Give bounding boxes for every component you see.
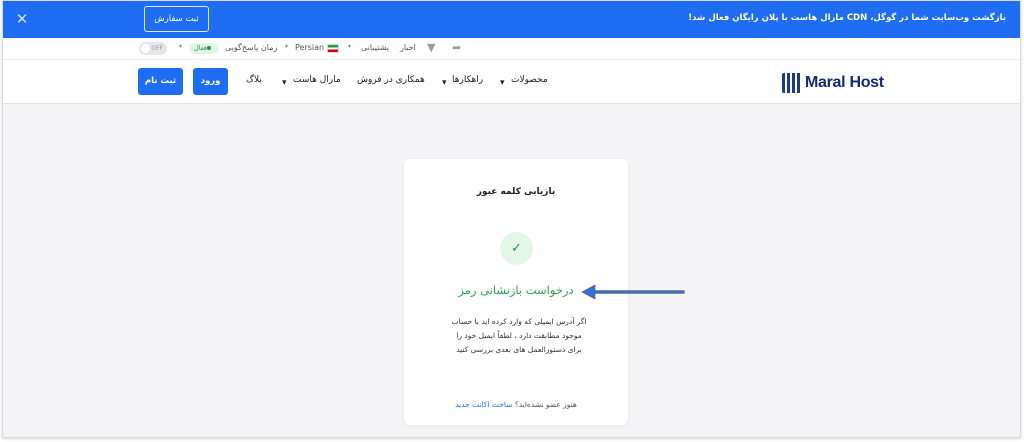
- chevron-down-icon: ▾: [179, 43, 183, 50]
- language-selector[interactable]: Persian: [295, 43, 324, 52]
- share-icon[interactable]: ➦: [452, 42, 464, 54]
- annotation-arrow-icon: [581, 284, 685, 300]
- iran-flag-icon: [327, 44, 339, 53]
- nav-item-maral-host[interactable]: مارال هاست: [293, 75, 341, 85]
- nav-item-blog[interactable]: بلاگ: [246, 75, 262, 85]
- nav-item-products[interactable]: محصولات: [511, 75, 548, 85]
- status-dot-icon: [206, 46, 211, 50]
- reset-message-line: اگر آدرس ایمیلی که وارد کرده اید با حساب: [451, 317, 587, 326]
- logo-text: Maral Host: [805, 74, 884, 91]
- login-button[interactable]: ورود: [193, 68, 228, 95]
- status-badge: فعال: [189, 43, 219, 54]
- signup-prompt-text: هنوز عضو نشده‌اید؟: [514, 400, 577, 409]
- status-badge-label: فعال: [194, 44, 207, 52]
- reset-message-line: موجود مطابقت دارد ، لطفاً ایمیل خود را: [456, 331, 582, 340]
- reset-message: اگر آدرس ایمیلی که وارد کرده اید با حساب…: [434, 315, 604, 357]
- chevron-down-icon: ▾: [282, 78, 287, 88]
- order-button[interactable]: ثبت سفارش: [144, 6, 209, 32]
- basket-icon[interactable]: ▼: [427, 42, 439, 54]
- support-link[interactable]: پشتیبانی: [361, 43, 389, 52]
- logo-mark-icon: [782, 73, 802, 93]
- utility-bar: OFF ▾ فعال زمان پاسخ‌گویی ▾ Persian ▾ پش…: [3, 38, 1020, 60]
- chevron-down-icon: ▾: [285, 43, 289, 50]
- main-nav: ثبت نام ورود بلاگ ▾ مارال هاست همکاری در…: [3, 60, 1020, 104]
- response-time-link[interactable]: زمان پاسخ‌گویی: [225, 43, 277, 52]
- browser-viewport: ✕ ثبت سفارش بازگشت وب‌سایت شما در گوگل، …: [2, 0, 1021, 438]
- chevron-down-icon: ▾: [500, 78, 505, 88]
- dark-mode-toggle[interactable]: OFF: [139, 42, 167, 55]
- chevron-down-icon: ▾: [442, 78, 447, 88]
- nav-item-sales-partnership[interactable]: همکاری در فروش: [357, 75, 425, 85]
- register-button[interactable]: ثبت نام: [138, 68, 183, 95]
- close-icon[interactable]: ✕: [13, 10, 31, 28]
- news-link[interactable]: اخبار: [400, 43, 416, 52]
- checkmark-icon: ✓: [500, 232, 533, 265]
- promo-bar: ✕ ثبت سفارش بازگشت وب‌سایت شما در گوگل، …: [3, 1, 1020, 38]
- signup-prompt: هنوز عضو نشده‌اید؟ ساخت اکانت جدید: [404, 400, 628, 409]
- nav-item-solutions[interactable]: راهکارها: [452, 75, 483, 85]
- create-account-link[interactable]: ساخت اکانت جدید: [455, 400, 512, 409]
- site-logo[interactable]: Maral Host: [782, 72, 884, 94]
- reset-message-line: برای دستورالعمل های بعدی بررسی کنید: [456, 345, 582, 354]
- promo-text: بازگشت وب‌سایت شما در گوگل، CDN مارال ها…: [688, 13, 1006, 23]
- chevron-down-icon: ▾: [348, 43, 352, 50]
- card-title: بازیابی کلمه عبور: [476, 187, 556, 197]
